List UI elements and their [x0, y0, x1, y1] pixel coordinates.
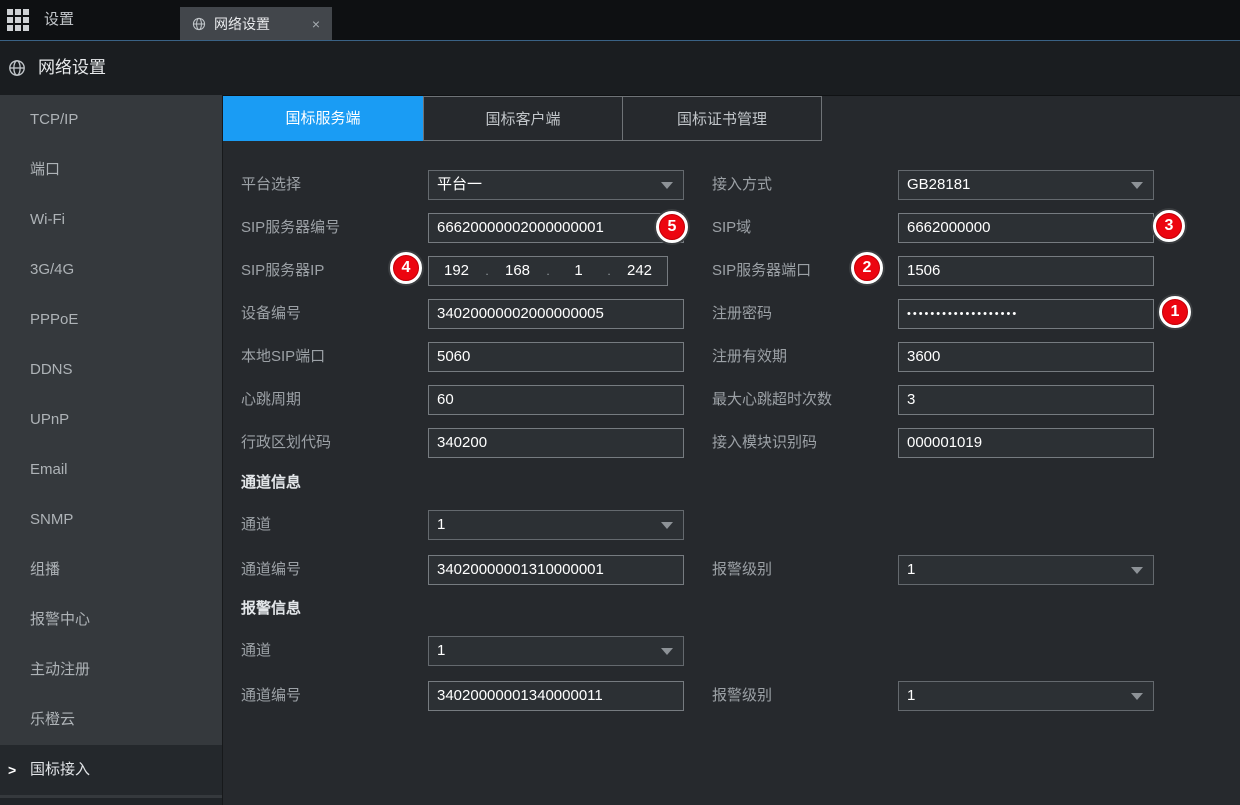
sip-server-port-input[interactable]: 1506 — [898, 256, 1154, 286]
chevron-down-icon — [1131, 693, 1143, 700]
alarm-level-label: 报警级别 — [712, 681, 772, 711]
sidebar-item-pppoe[interactable]: PPPoE — [0, 295, 222, 345]
channel-id-input[interactable]: 34020000001310000001 — [428, 555, 684, 585]
access-type-label: 接入方式 — [712, 170, 772, 200]
channel-info-section-title: 通道信息 — [241, 473, 301, 493]
chevron-right-icon: > — [8, 745, 16, 795]
alarm-channel-id-input[interactable]: 34020000001340000011 — [428, 681, 684, 711]
platform-label: 平台选择 — [241, 170, 301, 200]
main-menu-grid-icon[interactable] — [7, 9, 31, 33]
sidebar-item-multicast[interactable]: 组播 — [0, 545, 222, 595]
sip-server-ip-label: SIP服务器IP — [241, 256, 324, 286]
local-sip-port-label: 本地SIP端口 — [241, 342, 325, 372]
access-type-select[interactable]: GB28181 — [898, 170, 1154, 200]
window-tab-title: 网络设置 — [214, 14, 270, 34]
region-code-label: 行政区划代码 — [241, 428, 331, 458]
sidebar-item-port[interactable]: 端口 — [0, 145, 222, 195]
page-header: 网络设置 — [0, 41, 1240, 96]
annotation-badge-5: 5 — [656, 211, 688, 243]
sip-server-ip-input[interactable]: 192.168.1.242 — [428, 256, 668, 286]
close-icon[interactable]: × — [312, 16, 320, 32]
sidebar-item-email[interactable]: Email — [0, 445, 222, 495]
annotation-badge-1: 1 — [1159, 296, 1191, 328]
register-password-label: 注册密码 — [712, 299, 772, 329]
annotation-badge-2: 2 — [851, 252, 883, 284]
sidebar-item-upnp[interactable]: UPnP — [0, 395, 222, 445]
sidebar-item-auto-register[interactable]: 主动注册 — [0, 645, 222, 695]
tab-gb-client[interactable]: 国标客户端 — [423, 96, 623, 141]
sidebar-item-ddns[interactable]: DDNS — [0, 345, 222, 395]
annotation-badge-4: 4 — [390, 252, 422, 284]
settings-menu-label[interactable]: 设置 — [44, 0, 74, 40]
sidebar-item-tcpip[interactable]: TCP/IP — [0, 95, 222, 145]
top-tab-bar: 设置 网络设置 × — [0, 0, 1240, 41]
region-code-input[interactable]: 340200 — [428, 428, 684, 458]
device-id-label: 设备编号 — [241, 299, 301, 329]
channel-id-label: 通道编号 — [241, 555, 301, 585]
register-valid-label: 注册有效期 — [712, 342, 787, 372]
sip-server-id-input[interactable]: 66620000002000000001 — [428, 213, 684, 243]
sidebar-item-wifi[interactable]: Wi-Fi — [0, 195, 222, 245]
heartbeat-period-input[interactable]: 60 — [428, 385, 684, 415]
chevron-down-icon — [1131, 182, 1143, 189]
sip-server-id-label: SIP服务器编号 — [241, 213, 340, 243]
sidebar-next-item-edge — [0, 798, 222, 805]
sidebar-item-lechange[interactable]: 乐橙云 — [0, 695, 222, 745]
annotation-badge-3: 3 — [1153, 210, 1185, 242]
globe-icon — [8, 59, 26, 77]
heartbeat-period-label: 心跳周期 — [241, 385, 301, 415]
channel-label: 通道 — [241, 510, 271, 540]
register-valid-input[interactable]: 3600 — [898, 342, 1154, 372]
alarm-level-label: 报警级别 — [712, 555, 772, 585]
alarm-channel-label: 通道 — [241, 636, 271, 666]
sip-server-port-label: SIP服务器端口 — [712, 256, 811, 286]
sip-domain-label: SIP域 — [712, 213, 751, 243]
tab-gb-certificate[interactable]: 国标证书管理 — [622, 96, 822, 141]
access-module-id-input[interactable]: 000001019 — [898, 428, 1154, 458]
max-heartbeat-timeout-input[interactable]: 3 — [898, 385, 1154, 415]
sidebar-item-3g4g[interactable]: 3G/4G — [0, 245, 222, 295]
alarm-level-select-2[interactable]: 1 — [898, 681, 1154, 711]
platform-select[interactable]: 平台一 — [428, 170, 684, 200]
chevron-down-icon — [1131, 567, 1143, 574]
max-heartbeat-timeout-label: 最大心跳超时次数 — [712, 385, 832, 415]
alarm-info-section-title: 报警信息 — [241, 599, 301, 619]
window-tab-network-settings[interactable]: 网络设置 × — [180, 7, 332, 40]
local-sip-port-input[interactable]: 5060 — [428, 342, 684, 372]
sip-domain-input[interactable]: 6662000000 — [898, 213, 1154, 243]
chevron-down-icon — [661, 182, 673, 189]
tab-gb-server[interactable]: 国标服务端 — [223, 96, 423, 141]
access-module-id-label: 接入模块识别码 — [712, 428, 817, 458]
device-id-input[interactable]: 34020000002000000005 — [428, 299, 684, 329]
alarm-level-select[interactable]: 1 — [898, 555, 1154, 585]
register-password-input[interactable]: ••••••••••••••••••• — [898, 299, 1154, 329]
sidebar: TCP/IP 端口 Wi-Fi 3G/4G PPPoE DDNS UPnP Em… — [0, 95, 223, 805]
sidebar-item-gb-access[interactable]: > 国标接入 — [0, 745, 222, 795]
chevron-down-icon — [661, 522, 673, 529]
alarm-channel-select[interactable]: 1 — [428, 636, 684, 666]
globe-icon — [192, 17, 206, 31]
sidebar-item-alarm-center[interactable]: 报警中心 — [0, 595, 222, 645]
alarm-channel-id-label: 通道编号 — [241, 681, 301, 711]
page-title: 网络设置 — [38, 41, 106, 95]
sidebar-item-snmp[interactable]: SNMP — [0, 495, 222, 545]
channel-select[interactable]: 1 — [428, 510, 684, 540]
chevron-down-icon — [661, 648, 673, 655]
